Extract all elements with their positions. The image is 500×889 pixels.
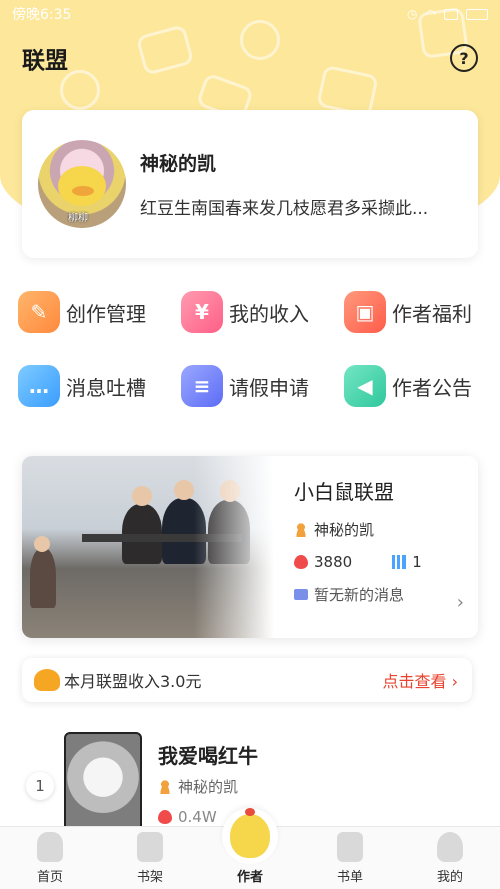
battery-icon (466, 8, 488, 20)
pen-icon: ✎ (18, 291, 60, 333)
action-label: 创作管理 (66, 301, 146, 326)
tab-home[interactable]: 首页 (0, 832, 100, 885)
book-heat: 0.4W (178, 808, 217, 826)
book-cover (64, 732, 142, 832)
fire-icon (158, 810, 172, 824)
action-author-notice[interactable]: ◀ 作者公告 (344, 364, 488, 408)
league-owner-row: 神秘的凯 (294, 519, 470, 540)
photo-fade (194, 456, 274, 638)
tab-label: 书架 (136, 870, 163, 885)
profile-icon (437, 832, 463, 862)
page-title: 联盟 (22, 48, 68, 74)
book-title: 我爱喝红牛 (158, 744, 258, 768)
tab-bookshelf[interactable]: 书架 (100, 832, 200, 885)
action-label: 我的收入 (229, 301, 309, 326)
home-icon (37, 832, 63, 862)
fire-icon (294, 555, 308, 569)
profile-text: 神秘的凯 红豆生南国春来发几枝愿君多采撷此... (140, 149, 428, 219)
message-icon (294, 589, 308, 600)
action-label: 消息吐槽 (66, 375, 146, 400)
chat-icon: … (18, 365, 60, 407)
view-income-link[interactable]: 点击查看 › (383, 668, 459, 692)
action-messages[interactable]: … 消息吐槽 (18, 364, 181, 408)
profile-name: 神秘的凯 (140, 153, 217, 175)
book-heat-row: 0.4W (158, 808, 217, 826)
chevron-right-icon[interactable]: › (457, 592, 464, 613)
league-photo (22, 456, 274, 638)
action-creation-management[interactable]: ✎ 创作管理 (18, 290, 181, 334)
user-icon (158, 779, 172, 794)
league-rank: 1 (412, 553, 422, 571)
photo-head (132, 486, 152, 506)
book-author-row: 神秘的凯 (158, 776, 238, 797)
photo-head (34, 536, 50, 552)
avatar[interactable]: 柳柳 (38, 140, 126, 228)
profile-card[interactable]: 柳柳 神秘的凯 红豆生南国春来发几枝愿君多采撷此... (22, 110, 478, 258)
status-icons: ◷ ◠ (407, 7, 488, 21)
user-icon (294, 522, 308, 537)
yen-icon: ¥ (181, 291, 223, 333)
income-text: 本月联盟收入3.0元 (64, 672, 202, 691)
wifi-icon: ◠ (425, 7, 436, 21)
sim-icon (444, 8, 458, 20)
tab-label: 书单 (336, 870, 363, 885)
action-label: 作者福利 (392, 301, 472, 326)
tab-booklist[interactable]: 书单 (300, 832, 400, 885)
gift-icon: ▣ (344, 291, 386, 333)
megaphone-icon: ◀ (344, 365, 386, 407)
action-my-income[interactable]: ¥ 我的收入 (181, 290, 344, 334)
tab-label: 我的 (436, 870, 463, 885)
rank-number: 1 (26, 772, 54, 800)
league-name: 小白鼠联盟 (294, 480, 394, 504)
tab-author[interactable]: 作者 (200, 808, 300, 885)
monthly-income-bar[interactable]: 本月联盟收入3.0元 点击查看 › (22, 658, 472, 702)
league-owner: 神秘的凯 (314, 521, 375, 539)
action-label: 请假申请 (229, 375, 309, 400)
status-bar: 傍晚6:35 ◷ ◠ (0, 0, 500, 28)
photo-head (174, 480, 194, 500)
chick-icon (222, 808, 278, 864)
document-icon: ≡ (181, 365, 223, 407)
league-card[interactable]: 小白鼠联盟 神秘的凯 3880 1 暂无新的消息 › (22, 456, 478, 638)
photo-person (30, 548, 56, 608)
tab-label: 首页 (36, 870, 63, 885)
action-author-benefits[interactable]: ▣ 作者福利 (344, 290, 488, 334)
tab-label: 作者 (236, 870, 263, 885)
league-message-row: 暂无新的消息 (294, 584, 470, 605)
income-info: 本月联盟收入3.0元 (34, 668, 201, 692)
title-bar: 联盟 ? (0, 38, 500, 78)
league-message: 暂无新的消息 (314, 586, 405, 604)
duck-beak (72, 186, 94, 196)
booklist-icon (337, 832, 363, 862)
tab-me[interactable]: 我的 (400, 832, 500, 885)
league-heat: 3880 (314, 553, 353, 571)
bell-icon (34, 669, 60, 691)
status-time: 傍晚6:35 (12, 7, 72, 23)
action-label: 作者公告 (392, 375, 472, 400)
league-info: 小白鼠联盟 神秘的凯 3880 1 暂无新的消息 (294, 476, 470, 605)
chick-shape (230, 808, 270, 858)
profile-motto: 红豆生南国春来发几枝愿君多采撷此... (140, 199, 429, 219)
rank-bars-icon (392, 555, 407, 569)
league-stats-row: 3880 1 (294, 553, 470, 571)
quick-actions-grid: ✎ 创作管理 ¥ 我的收入 ▣ 作者福利 … 消息吐槽 ≡ 请假申请 ◀ 作者公… (18, 290, 488, 408)
view-income-label: 点击查看 (382, 672, 447, 691)
action-leave-request[interactable]: ≡ 请假申请 (181, 364, 344, 408)
avatar-tag: 柳柳 (68, 213, 88, 224)
bookshelf-icon (137, 832, 163, 862)
bottom-tab-bar: 首页 书架 作者 书单 我的 (0, 808, 500, 889)
book-author: 神秘的凯 (178, 778, 239, 796)
question-circle-icon[interactable]: ? (450, 44, 478, 72)
alarm-icon: ◷ (407, 7, 418, 21)
